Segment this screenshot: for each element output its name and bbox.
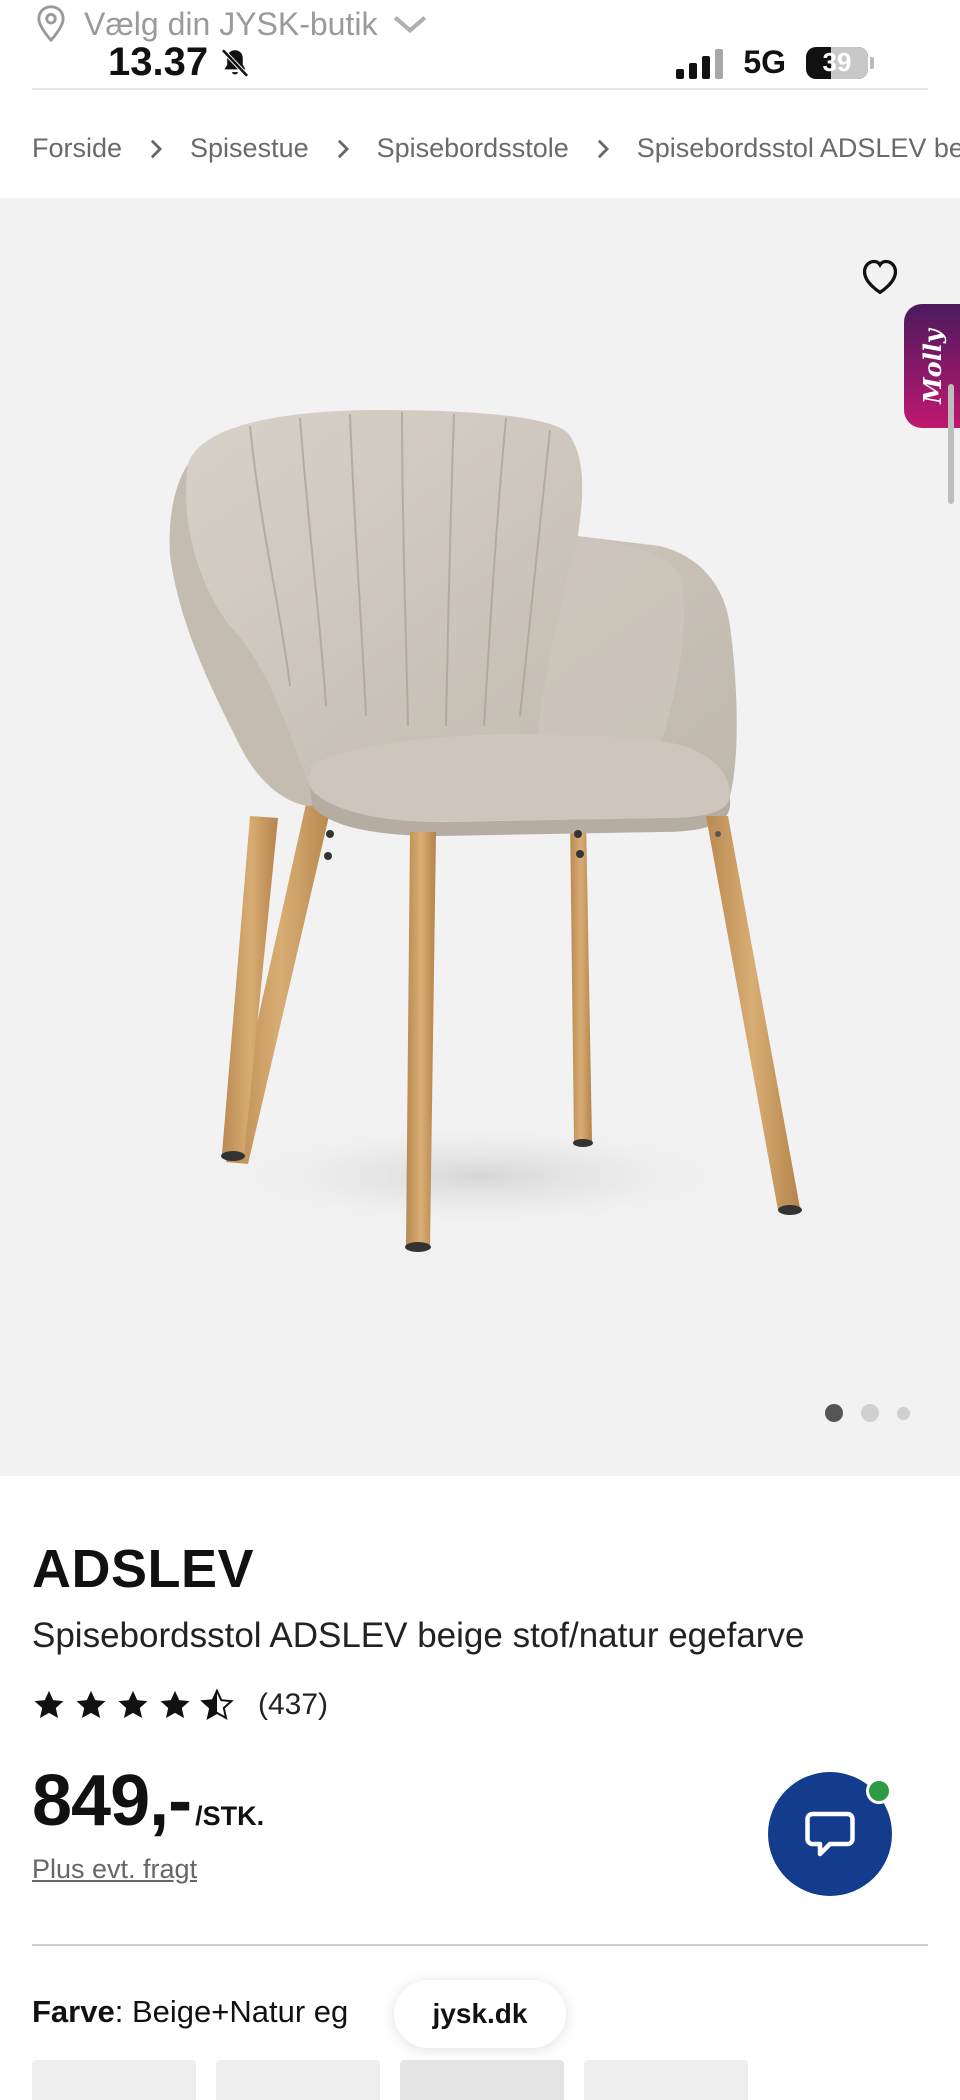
section-divider	[32, 1944, 928, 1946]
product-image-gallery[interactable]: Molly	[0, 198, 960, 1476]
pagination-dot-active[interactable]	[825, 1404, 843, 1422]
clock: 13.37	[108, 40, 252, 85]
breadcrumb-link-dining-chairs[interactable]: Spisebordsstole	[377, 133, 569, 164]
rating-stars[interactable]: (437)	[32, 1688, 328, 1722]
browser-url: jysk.dk	[432, 1998, 528, 2029]
status-bar: Vælg din JYSK-butik 13.37 5G 39	[0, 0, 960, 88]
star-full-icon	[160, 1690, 190, 1719]
color-selection-label: Farve: Beige+Natur eg	[32, 1994, 348, 2030]
chat-bubble-icon	[805, 1811, 855, 1857]
battery-icon: 39	[806, 46, 868, 79]
star-half-icon	[200, 1688, 234, 1720]
chat-button[interactable]	[768, 1772, 892, 1896]
chevron-right-icon	[148, 133, 164, 164]
price-unit: /STK.	[195, 1801, 265, 1831]
breadcrumb-link-home[interactable]: Forside	[32, 133, 122, 164]
header-divider	[32, 88, 928, 90]
color-value: : Beige+Natur eg	[114, 1994, 349, 2029]
chevron-right-icon	[335, 133, 351, 164]
color-variant-swatch[interactable]	[400, 2060, 564, 2100]
signal-strength-icon	[676, 47, 724, 79]
browser-url-bar[interactable]: jysk.dk	[394, 1980, 566, 2048]
product-image-chair	[169, 410, 802, 1252]
store-selector[interactable]: Vælg din JYSK-butik	[32, 4, 429, 44]
color-variant-swatch[interactable]	[584, 2060, 748, 2100]
product-brand: ADSLEV	[32, 1539, 255, 1599]
product-name: Spisebordsstol ADSLEV beige stof/natur e…	[32, 1616, 805, 1655]
gallery-pagination	[825, 1404, 910, 1422]
price: 849,- /STK.	[32, 1760, 264, 1842]
price-value: 849,-	[32, 1761, 192, 1841]
color-variant-swatch[interactable]	[216, 2060, 380, 2100]
network-type: 5G	[743, 44, 786, 80]
online-status-dot	[866, 1778, 892, 1804]
star-full-icon	[118, 1690, 148, 1719]
star-full-icon	[76, 1690, 106, 1719]
freight-link[interactable]: Plus evt. fragt	[32, 1854, 197, 1885]
molly-label: Molly	[917, 328, 947, 404]
store-selector-label: Vælg din JYSK-butik	[84, 5, 378, 42]
chevron-down-icon	[394, 16, 427, 34]
heart-icon[interactable]	[858, 256, 902, 296]
breadcrumb-current-product: Spisebordsstol ADSLEV be	[636, 132, 960, 163]
pagination-dot[interactable]	[861, 1404, 879, 1422]
scrollbar[interactable]	[948, 384, 954, 504]
breadcrumb-link-dining-room[interactable]: Spisestue	[190, 133, 309, 164]
star-full-icon	[34, 1690, 64, 1719]
color-label: Farve	[32, 1994, 115, 2029]
clock-time: 13.37	[108, 40, 209, 84]
location-pin-icon	[37, 5, 65, 43]
color-variant-swatch[interactable]	[32, 2060, 196, 2100]
review-count[interactable]: (437)	[258, 1688, 328, 1722]
breadcrumb: Forside Spisestue Spisebordsstole Spiseb…	[32, 128, 960, 168]
color-variant-swatches	[32, 2060, 748, 2100]
pagination-dot[interactable]	[897, 1406, 910, 1420]
bell-muted-icon	[221, 48, 249, 77]
chevron-right-icon	[595, 133, 611, 164]
battery-level: 39	[822, 47, 852, 77]
